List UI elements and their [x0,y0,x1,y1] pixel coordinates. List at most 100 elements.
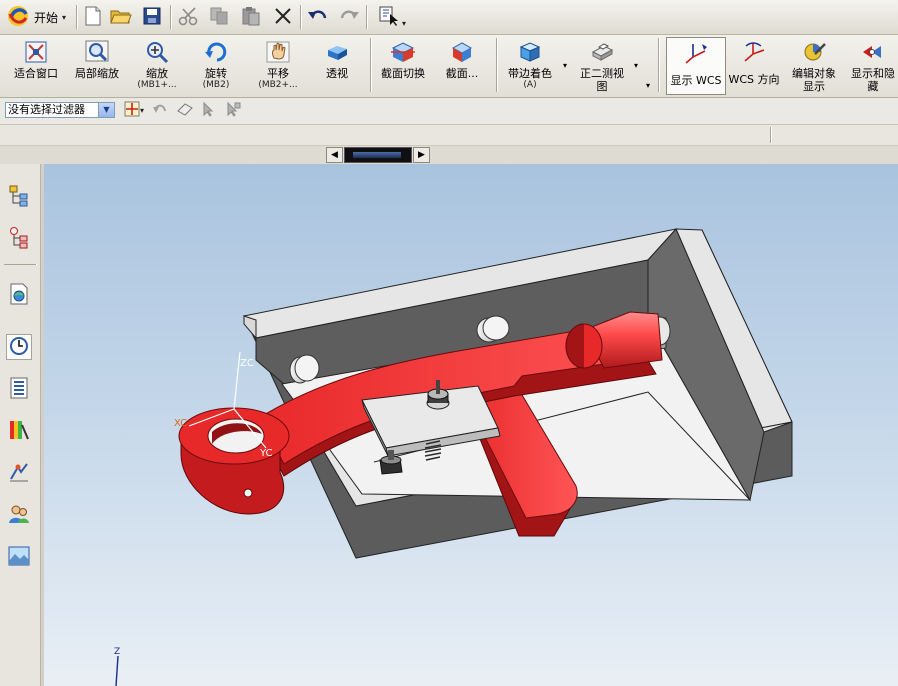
system-scenes-tab[interactable] [6,544,32,570]
cut-icon [178,6,200,29]
toolbar-scroll-navigator: ◀ ▶ [326,146,430,164]
rotate-label: 旋转 [205,67,227,80]
cursor-icon [200,101,218,120]
undo-button[interactable] [305,4,331,30]
show-hide-label: 显示和隐 [851,67,895,80]
edit-display-icon [801,39,827,65]
nx-logo-icon [6,4,30,31]
chevron-down-icon[interactable]: ▾ [646,81,650,90]
resource-separator [4,264,36,265]
color-palette-tab[interactable] [6,418,32,444]
type-filter-dropdown[interactable]: 没有选择过滤器 ▼ [5,102,115,118]
snap-point-icon [124,101,140,120]
part-navigator-tab[interactable] [6,226,32,252]
pan-button[interactable]: 平移 (MB2+... [250,37,306,95]
section-toggle-icon [390,39,416,65]
cursor-feature-icon [224,101,242,120]
wcs-axes-icon [683,40,709,66]
roles-tab[interactable] [6,502,32,528]
resource-bar [0,164,41,686]
fit-window-button[interactable]: 适合窗口 [6,37,66,95]
assembly-navigator-tab[interactable] [6,184,32,210]
redo-icon [338,7,360,28]
users-icon [8,503,30,528]
save-button[interactable] [139,4,165,30]
selection-icon [378,5,400,30]
perspective-button[interactable]: 透视 [314,37,360,95]
toolbar-separator [170,5,171,29]
system-materials-tab[interactable] [6,376,32,402]
toolbar-separator [76,5,77,29]
zoom-region-label: 局部缩放 [75,67,119,80]
curved-arrow-icon [152,102,168,119]
select-feature-button[interactable] [222,99,244,121]
shaded-with-edges-hint: (A) [523,80,537,90]
fit-icon [23,39,49,65]
model-view: ZC XC YC Z [114,228,793,686]
chevron-right-icon: ▶ [418,150,425,160]
open-button[interactable] [108,4,134,30]
section-icon [449,39,475,65]
pan-hand-icon [265,39,291,65]
fit-window-label: 适合窗口 [14,67,58,80]
perspective-label: 透视 [326,67,348,80]
standard-toolbar: 开始 ▾ ▾ [0,0,898,35]
process-studio-tab[interactable] [6,460,32,486]
start-menu-button[interactable]: 开始 ▾ [6,5,66,29]
paste-button[interactable] [238,4,264,30]
snap-point-button[interactable]: ▾ [120,99,148,121]
cut-button[interactable] [176,4,202,30]
chevron-down-icon[interactable]: ▾ [563,61,567,70]
new-file-button[interactable] [80,4,106,30]
wcs-orient-icon [741,39,767,65]
rotate-button[interactable]: 旋转 (MB2) [190,37,242,95]
toolbar-dock-area-lower [0,146,898,164]
delete-button[interactable] [270,4,296,30]
section-toggle-button[interactable]: 截面切换 [376,37,430,95]
deselect-button[interactable] [198,99,220,121]
trimetric-view-icon [589,39,615,65]
undo-selection-button[interactable] [150,99,170,121]
web-browser-tab[interactable] [6,282,32,308]
graphics-window[interactable]: ZC XC YC Z [44,164,898,686]
section-label: 截面... [445,67,479,80]
wcs-z-label: ZC [240,358,254,369]
trimetric-view-button[interactable]: 正二测视 图 [574,37,630,95]
edit-object-display-button[interactable]: 编辑对象 显示 [784,37,844,95]
undo-icon [307,7,329,28]
chevron-down-icon: ▾ [62,12,67,22]
zoom-hint: (MB1+... [137,80,177,90]
scroll-left-button[interactable]: ◀ [326,147,343,163]
edit-object-display-label-2: 显示 [803,80,825,93]
shaded-with-edges-button[interactable]: 带边着色 (A) [500,37,560,95]
section-button[interactable]: 截面... [438,37,486,95]
selection-options-button[interactable]: ▾ [372,4,412,30]
show-hide-button[interactable]: 显示和隐 藏 [848,37,898,95]
selection-bar: 没有选择过滤器 ▼ ▾ [0,98,898,125]
scroll-right-button[interactable]: ▶ [413,147,430,163]
zoom-button[interactable]: 缩放 (MB1+... [130,37,184,95]
copy-button[interactable] [206,4,232,30]
show-wcs-label: 显示 WCS [670,74,722,87]
show-wcs-button[interactable]: 显示 WCS [666,37,726,95]
wcs-orient-label: WCS 方向 [728,73,780,86]
select-body-button[interactable] [174,99,196,121]
toolbar-separator [370,38,371,92]
wcs-orient-button[interactable]: WCS 方向 [728,37,780,95]
chevron-down-icon: ▾ [401,18,406,28]
toolbar-separator [366,5,367,29]
perspective-cube-icon [324,39,350,65]
show-hide-icon [860,39,886,65]
process-figure-icon [8,461,30,486]
zoom-region-button[interactable]: 局部缩放 [68,37,126,95]
zoom-label: 缩放 [146,67,168,80]
part-tree-icon [8,226,30,253]
zoom-icon [144,39,170,65]
shaded-cube-icon [517,39,543,65]
toolbar-scroll-track[interactable] [344,147,412,163]
history-tab[interactable] [6,334,32,360]
chevron-down-icon[interactable]: ▾ [634,61,638,70]
landscape-icon [8,545,30,570]
redo-button[interactable] [336,4,362,30]
paste-icon [241,6,261,29]
